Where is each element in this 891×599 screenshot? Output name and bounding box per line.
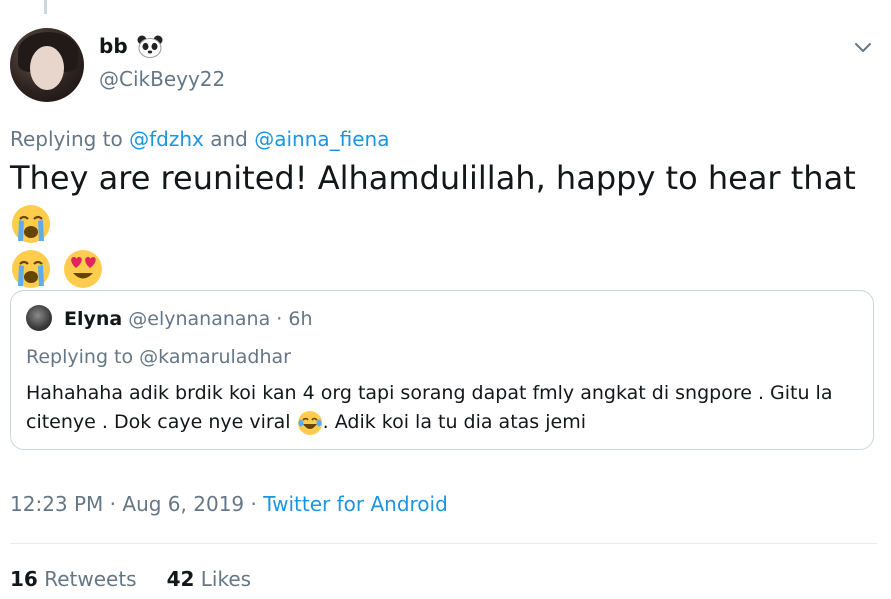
quoted-replying-to: Replying to @kamaruladhar xyxy=(26,346,291,368)
replying-conjunction: and xyxy=(210,127,248,151)
likes-stat[interactable]: 42 Likes xyxy=(167,567,252,591)
likes-count: 42 xyxy=(166,567,195,591)
quoted-display-name[interactable]: Elyna xyxy=(64,308,122,330)
tweet-body: They are reunited! Alhamdulillah, happy … xyxy=(10,159,856,197)
separator-dot: · xyxy=(276,308,283,330)
retweets-count: 16 xyxy=(10,567,38,591)
quoted-replying-prefix: Replying to xyxy=(26,346,134,368)
avatar-face xyxy=(30,46,64,90)
tweet-timestamp: 12:23 PM · Aug 6, 2019 · Twitter for And… xyxy=(10,492,448,516)
retweets-label: Retweets xyxy=(44,567,137,591)
divider xyxy=(10,543,877,544)
reply-user-link[interactable]: @fdzhx xyxy=(129,127,204,151)
likes-label: Likes xyxy=(200,567,252,591)
quoted-text: Hahahaha adik brdik koi kan 4 org tapi s… xyxy=(26,379,856,437)
chevron-down-icon[interactable] xyxy=(852,36,874,58)
avatar[interactable] xyxy=(10,28,84,102)
quoted-tweet[interactable]: Elyna @elynananana · 6h Replying to @kam… xyxy=(10,290,874,450)
quoted-handle[interactable]: @elynananana xyxy=(128,308,270,330)
source-link[interactable]: Twitter for Android xyxy=(263,492,448,516)
heart-eyes-emoji xyxy=(64,250,103,288)
display-name[interactable]: bb xyxy=(99,34,128,58)
replying-to: Replying to @fdzhx and @ainna_fiena xyxy=(10,127,390,151)
panda-icon xyxy=(137,35,163,58)
loudly-crying-face-emoji xyxy=(12,205,50,243)
thread-connector-line xyxy=(44,0,47,14)
quoted-replying-user: @kamaruladhar xyxy=(139,346,291,368)
retweets-stat[interactable]: 16 Retweets xyxy=(10,567,137,591)
separator-dot: · xyxy=(250,492,257,516)
tweet-date[interactable]: Aug 6, 2019 xyxy=(122,492,244,516)
quoted-header: Elyna @elynananana · 6h xyxy=(64,308,313,330)
quoted-text-part2: . Adik koi la tu dia atas jemi xyxy=(322,411,586,433)
quoted-time: 6h xyxy=(288,308,313,330)
reply-user-link[interactable]: @ainna_fiena xyxy=(254,127,389,151)
replying-prefix: Replying to xyxy=(10,127,123,151)
quoted-avatar[interactable] xyxy=(26,305,52,331)
tweet-time[interactable]: 12:23 PM xyxy=(10,492,103,516)
tweet-stats: 16 Retweets 42 Likes xyxy=(10,567,251,591)
user-name-row[interactable]: bb xyxy=(99,34,164,58)
tears-of-joy-emoji xyxy=(297,410,322,435)
loudly-crying-face-emoji xyxy=(12,250,50,288)
tweet-text: They are reunited! Alhamdulillah, happy … xyxy=(10,156,870,290)
separator-dot: · xyxy=(109,492,117,516)
user-handle[interactable]: @CikBeyy22 xyxy=(99,67,225,91)
